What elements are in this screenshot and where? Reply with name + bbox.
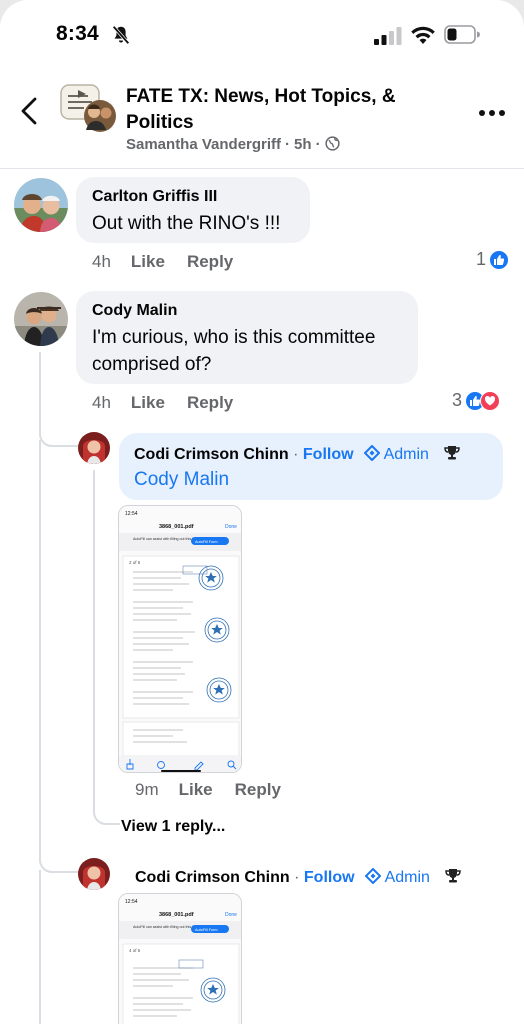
like-button[interactable]: Like	[131, 393, 165, 412]
reaction-count: 1	[476, 249, 487, 269]
comment-text: I'm curious, who is this committee compr…	[92, 327, 376, 375]
reply-header: Codi Crimson Chinn · Follow Admin	[135, 867, 462, 887]
reply-button[interactable]: Reply	[187, 393, 233, 412]
avatar[interactable]	[78, 432, 110, 464]
group-avatar[interactable]	[60, 80, 118, 134]
thread-connector	[39, 430, 80, 447]
thread-connector	[93, 806, 120, 825]
globe-icon	[324, 136, 340, 151]
comment-author[interactable]: Cody Malin	[92, 302, 177, 320]
thread-line	[39, 440, 41, 860]
reply-button[interactable]: Reply	[187, 252, 233, 271]
like-icon	[489, 249, 510, 270]
post-header: FATE TX: News, Hot Topics, & Politics Sa…	[0, 70, 524, 166]
admin-diamond-icon	[364, 867, 382, 885]
status-bar: 8:34	[0, 0, 524, 64]
battery-icon	[444, 25, 480, 44]
meta-separator: ·	[315, 136, 321, 153]
follow-button[interactable]: Follow	[303, 446, 354, 463]
back-chevron-icon[interactable]	[18, 96, 40, 126]
avatar[interactable]	[14, 292, 68, 346]
reply-author[interactable]: Codi Crimson Chinn	[135, 869, 290, 886]
post-author[interactable]: Samantha Vandergriff	[126, 136, 281, 153]
mention-link[interactable]: Cody Malin	[134, 469, 229, 491]
comment-time[interactable]: 4h	[92, 393, 111, 412]
trophy-icon	[444, 446, 461, 460]
autofill-text: AutoFill can assist with filling out thi…	[133, 925, 200, 929]
post-meta: Samantha Vandergriff · 5h ·	[126, 136, 340, 153]
reply-actions: 9m Like Reply	[135, 780, 303, 800]
thread-line	[93, 470, 95, 810]
pdf-screenshot: 12:54 3868_001.pdf Done AutoFill can ass…	[119, 894, 241, 1024]
avatar[interactable]	[78, 858, 110, 890]
autofill-text: AutoFill can assist with filling out thi…	[133, 537, 200, 541]
pdf-done: Done	[225, 524, 237, 530]
page-indicator: 4 of 5	[129, 948, 141, 953]
reaction-summary[interactable]: 1	[476, 249, 510, 270]
more-icon[interactable]	[478, 108, 506, 118]
thread-line	[39, 352, 41, 432]
meta-separator: ·	[294, 869, 300, 886]
reply-button[interactable]: Reply	[235, 780, 281, 799]
comment-actions: 4h Like Reply	[92, 252, 255, 272]
meta-separator: ·	[285, 136, 291, 153]
admin-badge[interactable]: Admin	[385, 869, 430, 886]
thread-connector	[39, 856, 80, 873]
wifi-icon	[411, 26, 435, 44]
mini-status-time: 12:54	[125, 511, 138, 517]
pdf-done: Done	[225, 912, 237, 918]
comment-actions: 4h Like Reply	[92, 393, 255, 413]
post-time[interactable]: 5h	[294, 136, 312, 153]
pdf-filename: 3868_001.pdf	[159, 524, 194, 530]
reply-header: Codi Crimson Chinn · Follow Admin	[134, 444, 461, 464]
like-button[interactable]: Like	[131, 252, 165, 271]
comment-time[interactable]: 4h	[92, 252, 111, 271]
admin-diamond-icon	[363, 444, 381, 462]
meta-separator: ·	[293, 446, 299, 463]
status-time: 8:34	[56, 22, 99, 45]
reply-bubble[interactable]: Codi Crimson Chinn · Follow Admin Cody M…	[119, 433, 503, 500]
autofill-button: AutoFill Form	[195, 928, 218, 932]
view-replies-link[interactable]: View 1 reply...	[121, 818, 225, 836]
pdf-screenshot: 12:54 3868_001.pdf Done AutoFill can ass…	[119, 506, 241, 772]
image-attachment[interactable]: 12:54 3868_001.pdf Done AutoFill can ass…	[118, 505, 242, 773]
comment-bubble[interactable]: Carlton Griffis III Out with the RINO's …	[76, 177, 310, 243]
autofill-button: AutoFill Form	[195, 540, 218, 544]
signal-icon	[374, 27, 402, 45]
love-icon	[480, 390, 501, 411]
mini-status-time: 12:54	[125, 899, 138, 905]
pdf-filename: 3868_001.pdf	[159, 912, 194, 918]
follow-button[interactable]: Follow	[304, 869, 355, 886]
comment-author[interactable]: Carlton Griffis III	[92, 188, 217, 206]
reaction-summary[interactable]: 3	[452, 390, 501, 411]
phone-screen: 8:34 FATE TX: News, Hot Topics, & Politi…	[0, 0, 524, 1024]
image-attachment[interactable]: 12:54 3868_001.pdf Done AutoFill can ass…	[118, 893, 242, 1024]
comment-bubble[interactable]: Cody Malin I'm curious, who is this comm…	[76, 291, 418, 384]
group-title[interactable]: FATE TX: News, Hot Topics, & Politics	[126, 84, 446, 136]
avatar[interactable]	[14, 178, 68, 232]
reply-time[interactable]: 9m	[135, 780, 159, 799]
thread-line	[39, 870, 41, 1024]
page-indicator: 2 of 5	[129, 560, 141, 565]
reaction-count: 3	[452, 390, 463, 410]
like-button[interactable]: Like	[179, 780, 213, 799]
reply-author[interactable]: Codi Crimson Chinn	[134, 446, 289, 463]
trophy-icon	[445, 869, 462, 883]
admin-badge[interactable]: Admin	[384, 446, 429, 463]
bell-slash-icon	[112, 25, 130, 45]
header-divider	[0, 168, 524, 169]
comment-text: Out with the RINO's !!!	[92, 213, 281, 234]
